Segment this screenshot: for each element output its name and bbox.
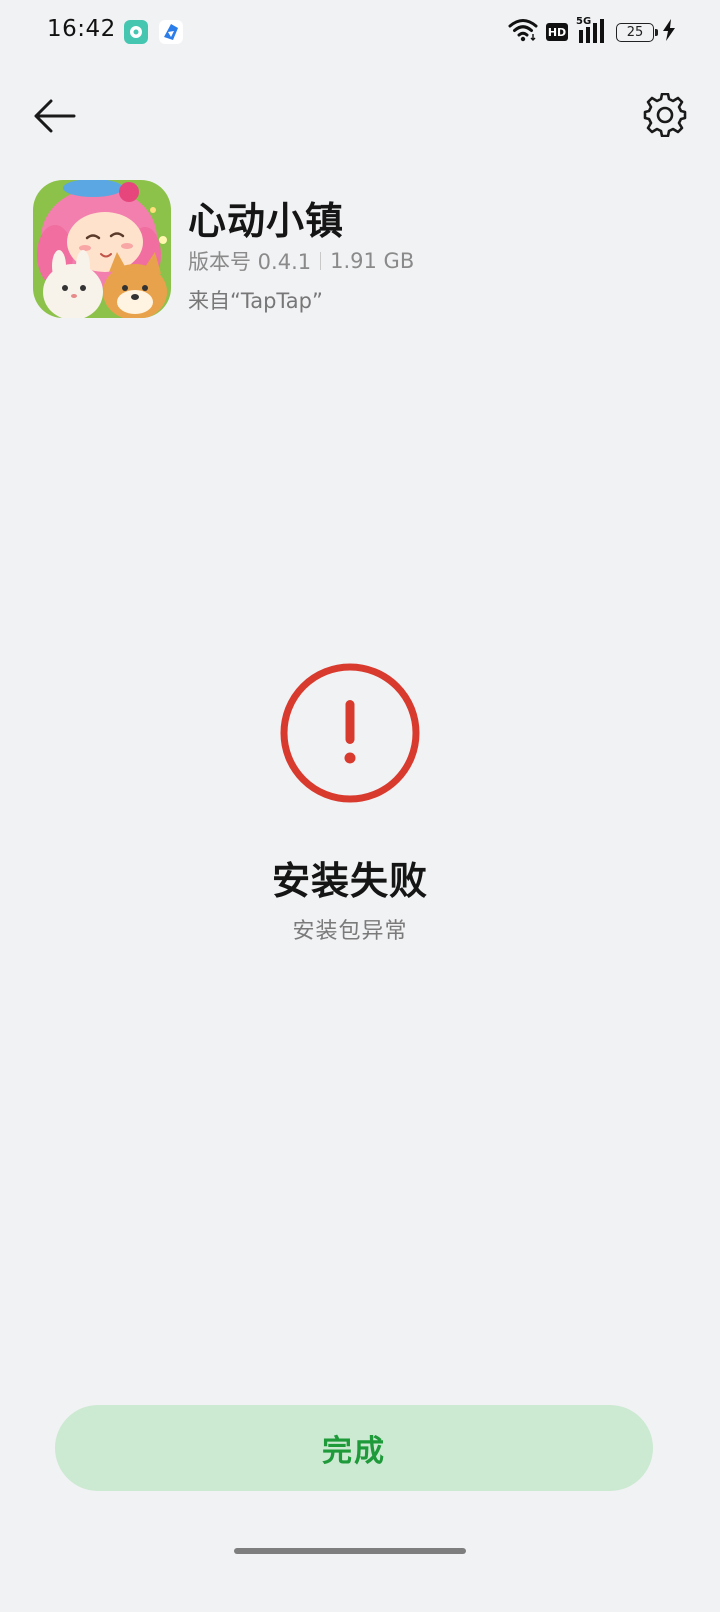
- system-status-icons: HD 5G 25: [508, 16, 676, 48]
- app-source: 来自“TapTap”: [188, 289, 323, 313]
- charging-icon: [662, 19, 676, 45]
- gear-icon: [643, 93, 687, 137]
- app-name: 心动小镇: [188, 199, 345, 243]
- app-version: 版本号 0.4.1: [188, 250, 312, 274]
- install-status-subtitle: 安装包异常: [292, 919, 408, 944]
- back-button[interactable]: [30, 92, 78, 140]
- status-time: 16:42: [47, 16, 116, 42]
- battery-level: 25: [626, 24, 644, 40]
- hd-icon: HD: [546, 23, 568, 41]
- done-button[interactable]: 完成: [55, 1405, 653, 1491]
- messenger-notification-icon: [124, 20, 148, 44]
- home-indicator[interactable]: [234, 1548, 466, 1554]
- arrow-left-icon: [34, 99, 76, 133]
- meta-divider: [320, 252, 322, 270]
- hd-label: HD: [547, 25, 567, 39]
- status-bar: 16:42 HD 5G 25: [0, 0, 720, 64]
- wifi-icon: [508, 18, 538, 46]
- install-status-title: 安装失败: [271, 859, 428, 903]
- app-meta: 版本号 0.4.1 1.91 GB: [188, 246, 414, 276]
- cellular-signal-icon: 5G: [576, 16, 608, 45]
- app-notification-icon: [159, 20, 183, 44]
- app-icon: [33, 180, 171, 318]
- battery-icon: 25: [616, 22, 658, 42]
- app-size: 1.91 GB: [330, 249, 415, 273]
- error-icon: [279, 662, 421, 804]
- done-button-label: 完成: [322, 1434, 386, 1469]
- settings-button[interactable]: [640, 90, 690, 140]
